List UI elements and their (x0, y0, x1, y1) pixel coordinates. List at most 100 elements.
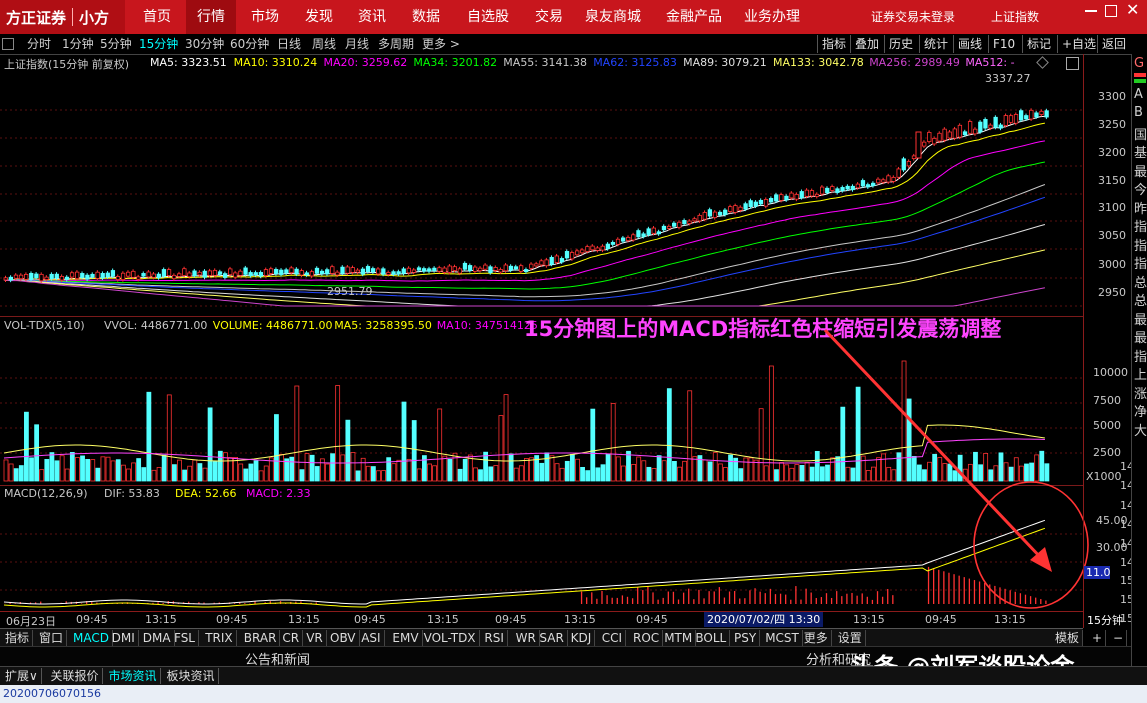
diamond-icon[interactable] (1036, 56, 1049, 69)
nav-item-1[interactable]: 行情 (186, 0, 236, 34)
indicator-tab-11[interactable]: ASI (358, 630, 385, 646)
toolbar-btn-3[interactable]: 统计 (919, 35, 952, 53)
period-tab-6[interactable]: 日线 (277, 34, 301, 54)
indicator-tab-21[interactable]: BOLL (692, 630, 731, 646)
side-char: G (1134, 56, 1145, 71)
side-char: 大 (1134, 423, 1147, 439)
bottom-tab-2[interactable]: 市场资讯 (106, 668, 161, 684)
cursor-time-label: 2020/07/02/四 13:30 (704, 612, 824, 627)
indicator-tab-5[interactable]: FSL (171, 630, 199, 646)
indicator-right-0[interactable]: 模板 (1052, 630, 1083, 646)
index-name-link[interactable]: 上证指数 (970, 0, 1060, 34)
period-tab-2[interactable]: 5分钟 (100, 34, 132, 54)
indicator-tab-9[interactable]: VR (303, 630, 327, 646)
side-char: 最 (1134, 164, 1147, 180)
side-char: 净 (1134, 405, 1147, 420)
side-red-mark (1134, 73, 1146, 77)
period-tab-0[interactable]: 分时 (27, 34, 51, 54)
minimize-icon[interactable] (1085, 10, 1097, 12)
toolbar-btn-7[interactable]: +自选 (1057, 35, 1100, 53)
side-char: B (1134, 105, 1143, 120)
main-legend-item: MA89: 3079.21 (683, 56, 767, 69)
indicator-tab-12[interactable]: EMV (389, 630, 423, 646)
window-toggle-icon[interactable] (1066, 57, 1079, 70)
close-icon[interactable]: ✕ (1126, 0, 1139, 19)
indicator-tab-8[interactable]: CR (279, 630, 304, 646)
indicator-tab-16[interactable]: SAR (536, 630, 568, 646)
indicator-tab-14[interactable]: RSI (481, 630, 508, 646)
time-tick: 09:45 (636, 613, 668, 626)
toolbar-btn-8[interactable]: 返回 (1097, 35, 1130, 53)
indicator-tab-4[interactable]: DMA (140, 630, 175, 646)
indicator-tab-10[interactable]: OBV (327, 630, 360, 646)
period-tab-5[interactable]: 60分钟 (230, 34, 269, 54)
price-axis: 3300 3250 3200 3150 3100 3050 3000 2950 10000 750… (1083, 54, 1134, 628)
indicator-tab-17[interactable]: KDJ (568, 630, 596, 646)
price-tick: 3000 (1098, 258, 1126, 271)
login-status-link[interactable]: 证券交易未登录 (862, 0, 964, 34)
toolbar: 分时 1分钟 5分钟 15分钟 30分钟 60分钟 日线 周线 月线 多周期 更多 > 指标 叠加 历史统… (0, 34, 1147, 55)
side-char: 指 (1134, 349, 1147, 365)
period-tab-9[interactable]: 多周期 (378, 34, 414, 54)
indicator-right-2[interactable]: − (1110, 630, 1128, 646)
indicator-tab-13[interactable]: VOL-TDX (421, 630, 480, 646)
price-tick: 3100 (1098, 201, 1126, 214)
time-tick: 13:15 (427, 613, 459, 626)
toolbar-btn-0[interactable]: 指标 (817, 35, 850, 53)
logo: 方正证券 小方 (0, 0, 125, 34)
toolbar-checkbox-icon[interactable] (2, 38, 14, 50)
time-tick: 13:15 (564, 613, 596, 626)
bottom-tab-0[interactable]: 扩展∨ (2, 668, 42, 684)
nav-item-3[interactable]: 发现 (297, 0, 341, 34)
indicator-tab-18[interactable]: CCI (599, 630, 627, 646)
indicator-tab-2[interactable]: MACD (70, 630, 113, 646)
brand-name: 方正证券 (6, 8, 67, 27)
time-tick: 09:45 (925, 613, 957, 626)
maximize-icon[interactable] (1105, 5, 1117, 17)
nav-item-9[interactable]: 金融产品 (656, 0, 732, 34)
side-char: 今 (1134, 183, 1147, 198)
indicator-tab-0[interactable]: 指标 (2, 630, 34, 646)
price-tick: 3150 (1098, 174, 1126, 187)
indicator-tab-19[interactable]: ROC (630, 630, 664, 646)
indicator-tab-23[interactable]: MCST (762, 630, 803, 646)
side-char: 总 (1134, 275, 1147, 291)
nav-item-5[interactable]: 数据 (404, 0, 448, 34)
period-label[interactable]: 15分钟 (1087, 612, 1123, 628)
indicator-tab-1[interactable]: 窗口 (36, 630, 68, 646)
side-char: 国 (1134, 127, 1147, 143)
indicator-tab-6[interactable]: TRIX (202, 630, 237, 646)
main-legend-item: MA55: 3141.38 (503, 56, 587, 69)
toolbar-btn-2[interactable]: 历史 (884, 35, 917, 53)
indicator-tab-25[interactable]: 设置 (835, 630, 866, 646)
period-tab-4[interactable]: 30分钟 (185, 34, 224, 54)
indicator-tab-24[interactable]: 更多 (801, 630, 832, 646)
macd-legend-item: MACD: 2.33 (246, 487, 311, 500)
side-char: 总 (1134, 294, 1147, 309)
indicator-tab-20[interactable]: MTM (661, 630, 697, 646)
nav-item-2[interactable]: 市场 (243, 0, 287, 34)
indicator-right-1[interactable]: + (1089, 630, 1107, 646)
period-tab-3[interactable]: 15分钟 (139, 34, 178, 54)
period-tab-7[interactable]: 周线 (312, 34, 336, 54)
indicator-tab-22[interactable]: PSY (731, 630, 761, 646)
nav-item-0[interactable]: 首页 (132, 0, 182, 34)
nav-item-8[interactable]: 泉友商城 (576, 0, 650, 34)
period-tab-8[interactable]: 月线 (345, 34, 369, 54)
nav-item-6[interactable]: 自选股 (459, 0, 517, 34)
indicator-tab-3[interactable]: DMI (109, 630, 139, 646)
toolbar-btn-5[interactable]: F10 (988, 35, 1019, 53)
nav-item-10[interactable]: 业务办理 (734, 0, 810, 34)
bottom-tab-3[interactable]: 板块资讯 (164, 668, 219, 684)
main-legend-item: MA5: 3323.51 (150, 56, 227, 69)
nav-item-4[interactable]: 资讯 (350, 0, 394, 34)
nav-item-7[interactable]: 交易 (529, 0, 569, 34)
toolbar-btn-4[interactable]: 画线 (953, 35, 986, 53)
period-tab-1[interactable]: 1分钟 (62, 34, 94, 54)
indicator-tab-7[interactable]: BRAR (241, 630, 281, 646)
time-tick: 09:45 (216, 613, 248, 626)
period-tab-10[interactable]: 更多 > (422, 34, 460, 54)
toolbar-btn-6[interactable]: 标记 (1022, 35, 1055, 53)
bottom-tab-1[interactable]: 关联报价 (48, 668, 103, 684)
toolbar-btn-1[interactable]: 叠加 (850, 35, 883, 53)
